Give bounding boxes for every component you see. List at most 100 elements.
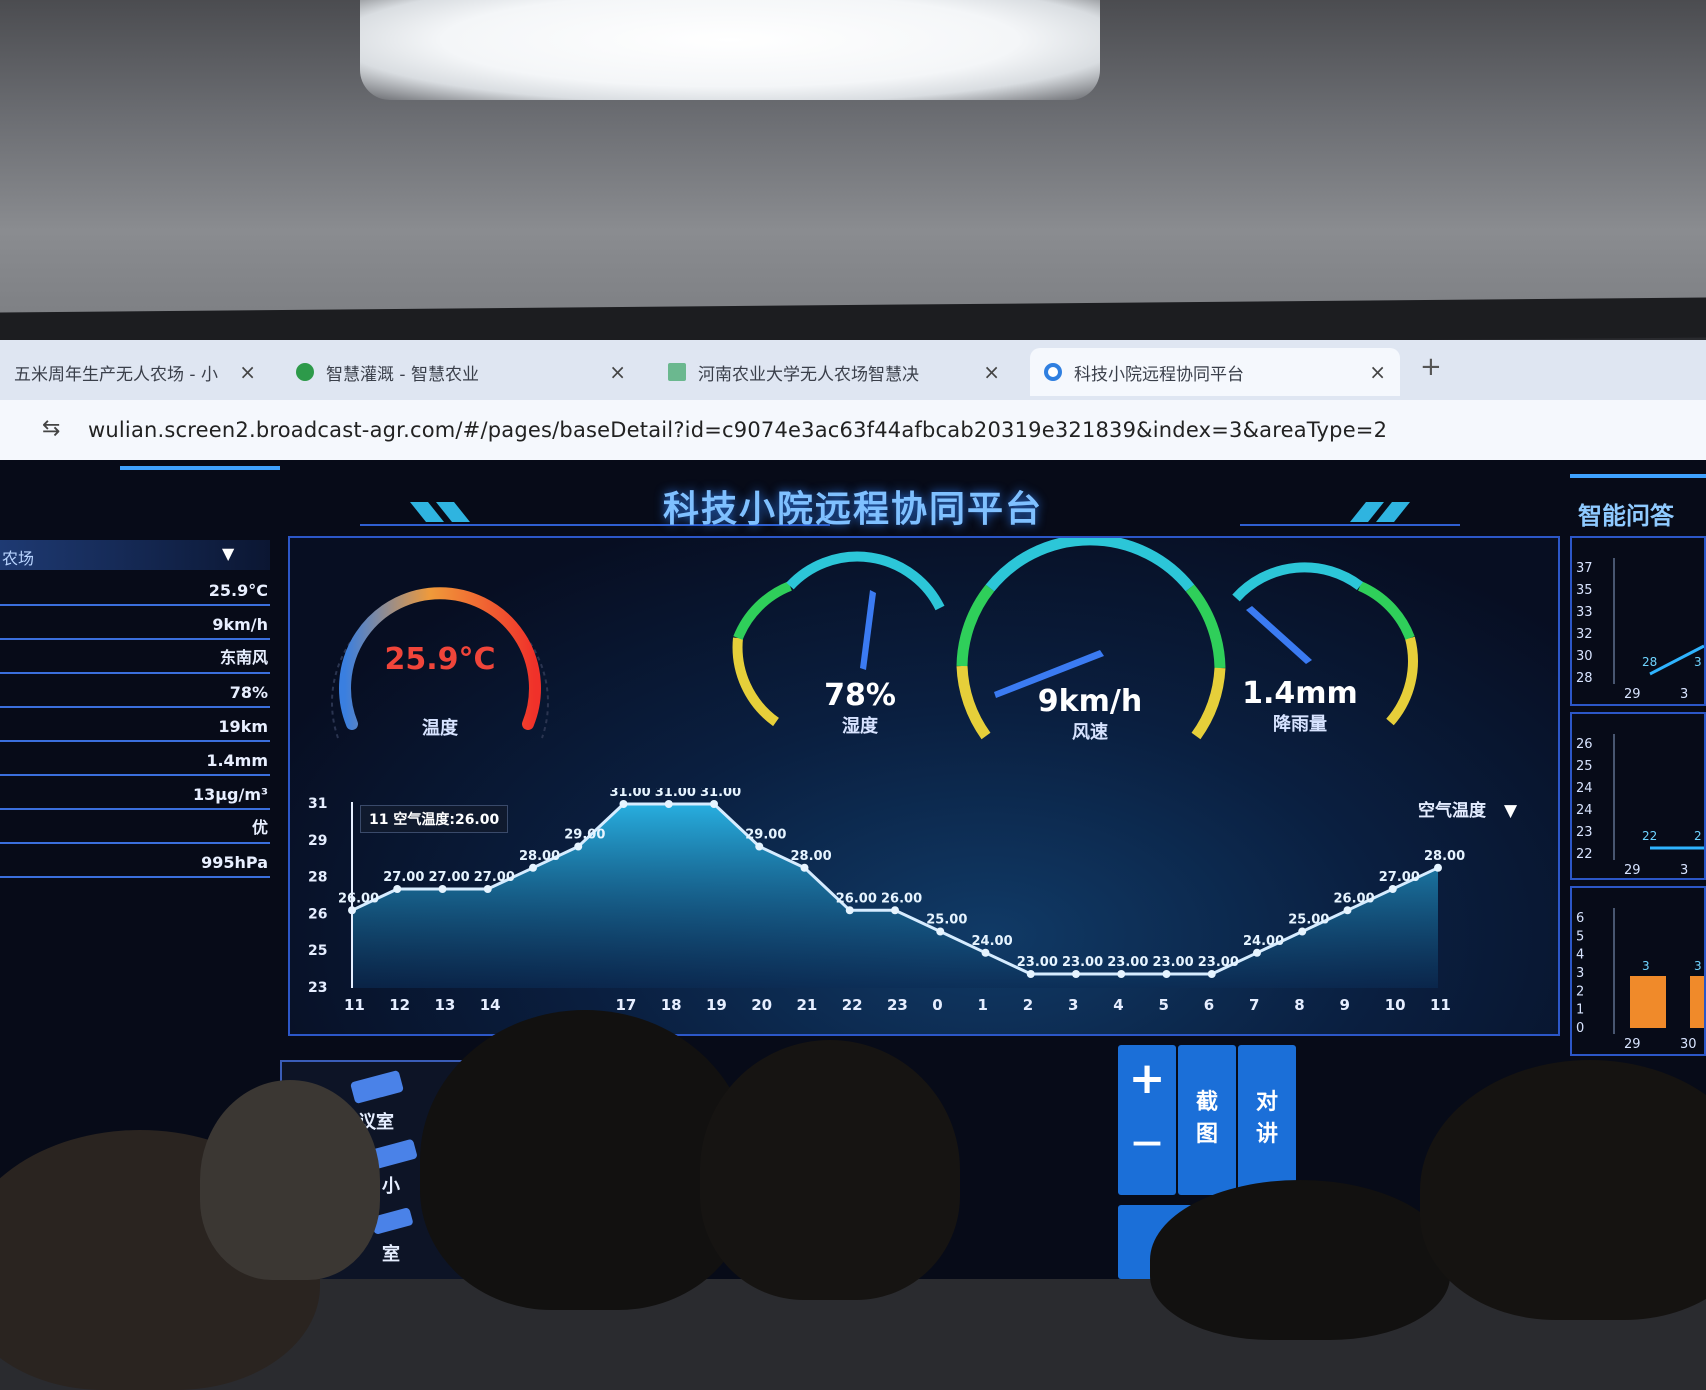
screenshot-button[interactable]: 截图 xyxy=(1178,1045,1236,1195)
chart-data-label: 28.00 xyxy=(519,849,560,864)
audience-head xyxy=(1150,1180,1450,1340)
chevron-down-icon: ▼ xyxy=(222,544,235,563)
chart-data-label: 29.00 xyxy=(745,828,786,843)
talk-button[interactable]: 对讲 xyxy=(1238,1045,1296,1195)
new-tab-button[interactable]: + xyxy=(1420,352,1442,382)
chart-data-label: 26.00 xyxy=(836,891,877,906)
chart-point xyxy=(438,885,447,893)
mini-chart-bar xyxy=(1690,976,1706,1028)
tab-irrigation[interactable]: 智慧灌溉 - 智慧农业 × xyxy=(282,348,640,396)
weather-row-pressure: 995hPa xyxy=(0,844,270,878)
right-mini-chart-1: 37 35 33 32 30 28 29 3 28 3 xyxy=(1570,536,1706,706)
zoom-out-button[interactable]: — xyxy=(1118,1125,1176,1160)
tab-close-icon[interactable]: × xyxy=(983,360,1000,384)
chart-x-tick-label: 22 xyxy=(842,996,863,1014)
chart-data-label: 27.00 xyxy=(429,870,470,885)
chart-data-label: 25.00 xyxy=(1288,913,1329,928)
tab-henan-farm[interactable]: 河南农业大学无人农场智慧决 × xyxy=(654,348,1014,396)
chart-x-tick-label: 5 xyxy=(1159,996,1169,1014)
chart-x-tick-label: 11 xyxy=(344,996,365,1014)
right-accent-bar xyxy=(1570,474,1706,478)
zoom-in-button[interactable]: + xyxy=(1118,1053,1176,1104)
chart-data-label: 23.00 xyxy=(1153,955,1194,970)
chart-x-tick-label: 17 xyxy=(616,996,637,1014)
right-mini-chart-3: 6 5 4 3 2 1 0 29 30 3 3 xyxy=(1570,886,1706,1056)
mini-chart-y-tick: 35 xyxy=(1576,583,1593,598)
page-title: 科技小院远程协同平台 xyxy=(662,489,1043,530)
chart-data-label: 23.00 xyxy=(1198,955,1239,970)
address-bar: ⇆ wulian.screen2.broadcast-agr.com/#/pag… xyxy=(0,400,1706,460)
mini-chart-y-tick: 3 xyxy=(1576,966,1584,981)
mini-chart-y-tick: 23 xyxy=(1576,825,1593,840)
chart-y-tick-label: 26 xyxy=(308,906,327,922)
weather-value: 9km/h xyxy=(212,615,268,634)
weather-value: 13μg/m³ xyxy=(192,785,268,804)
ceiling-lamp xyxy=(360,0,1100,100)
tab-close-icon[interactable]: × xyxy=(1369,360,1386,384)
chart-point xyxy=(483,885,492,893)
mini-chart-bar xyxy=(1630,976,1666,1028)
chart-point xyxy=(619,800,628,808)
wind-speed-label: 风速 xyxy=(1072,722,1108,743)
chart-data-label: 31.00 xyxy=(610,788,651,800)
mini-chart-point-label: 3 xyxy=(1694,655,1702,669)
chart-point xyxy=(891,906,899,915)
mini-chart-y-tick: 0 xyxy=(1576,1021,1584,1036)
chart-point xyxy=(1298,927,1307,936)
camera-icon xyxy=(350,1069,404,1105)
chart-x-tick-label: 21 xyxy=(797,996,818,1014)
weather-row-visibility: 19km xyxy=(0,708,270,742)
weather-row-rainfall: 1.4mm xyxy=(0,742,270,776)
mini-chart-y-tick: 5 xyxy=(1576,929,1584,944)
chart-data-label: 28.00 xyxy=(791,849,832,864)
tab-close-icon[interactable]: × xyxy=(239,360,256,384)
chart-y-tick-label: 28 xyxy=(308,870,327,886)
chart-y-tick-label: 25 xyxy=(308,943,327,959)
weather-row-wind-speed: 9km/h xyxy=(0,606,270,640)
tab-label: 五米周年生产无人农场 - 小 xyxy=(14,364,218,385)
chart-x-tick-label: 10 xyxy=(1385,996,1406,1014)
weather-row-temperature: 25.9°C xyxy=(0,572,270,606)
farm-selector-label: 农场 xyxy=(2,549,35,568)
camera-label[interactable]: 小 xyxy=(382,1172,400,1198)
mini-chart-y-tick: 33 xyxy=(1576,605,1593,620)
chart-x-tick-label: 7 xyxy=(1249,996,1259,1014)
chart-point xyxy=(845,906,854,915)
mini-chart-y-tick: 37 xyxy=(1576,561,1593,576)
chart-y-tick-label: 29 xyxy=(308,833,327,849)
mini-chart-point-label: 3 xyxy=(1694,959,1702,973)
chart-x-tick-label: 13 xyxy=(435,996,456,1014)
camera-label[interactable]: 室 xyxy=(382,1240,400,1266)
tab-close-icon[interactable]: × xyxy=(609,360,626,384)
mini-chart-point-label: 28 xyxy=(1642,655,1657,669)
mini-chart-y-tick: 24 xyxy=(1576,781,1593,796)
mini-chart-y-tick: 32 xyxy=(1576,627,1593,642)
tab-farm[interactable]: 五米周年生产无人农场 - 小 × xyxy=(0,348,270,396)
chart-point xyxy=(1026,970,1035,978)
humidity-label: 湿度 xyxy=(842,716,878,737)
audience-head xyxy=(200,1080,380,1280)
site-favicon-icon xyxy=(1044,363,1062,381)
tab-label: 智慧灌溉 - 智慧农业 xyxy=(326,364,479,385)
rainfall-value: 1.4mm xyxy=(1242,676,1358,711)
chart-x-tick-label: 11 xyxy=(1430,996,1451,1014)
url-field[interactable]: wulian.screen2.broadcast-agr.com/#/pages… xyxy=(88,418,1387,442)
chart-data-label: 27.00 xyxy=(383,870,424,885)
tab-tech-courtyard[interactable]: 科技小院远程协同平台 × xyxy=(1030,348,1400,396)
chart-tooltip: 11 空气温度:26.00 xyxy=(360,805,509,833)
weather-value: 1.4mm xyxy=(206,751,268,770)
farm-selector[interactable]: 农场 ▼ xyxy=(0,540,270,570)
chart-data-label: 31.00 xyxy=(700,788,741,800)
chart-point xyxy=(1388,885,1397,893)
mini-chart-point-label: 2 xyxy=(1694,829,1702,843)
main-weather-panel: 25.9°C 温度 78% 湿度 9km/h 风速 1.4mm 降雨量 空气温度… xyxy=(288,536,1560,1036)
chart-data-label: 24.00 xyxy=(1243,934,1284,949)
chart-data-label: 23.00 xyxy=(1017,955,1058,970)
site-settings-icon[interactable]: ⇆ xyxy=(42,416,60,441)
weather-value: 25.9°C xyxy=(208,581,268,600)
temperature-value: 25.9°C xyxy=(384,642,496,677)
wind-speed-value: 9km/h xyxy=(1037,684,1143,719)
chart-point xyxy=(1207,970,1216,978)
left-accent-bar xyxy=(120,466,280,470)
talk-label: 对讲 xyxy=(1255,1090,1278,1147)
